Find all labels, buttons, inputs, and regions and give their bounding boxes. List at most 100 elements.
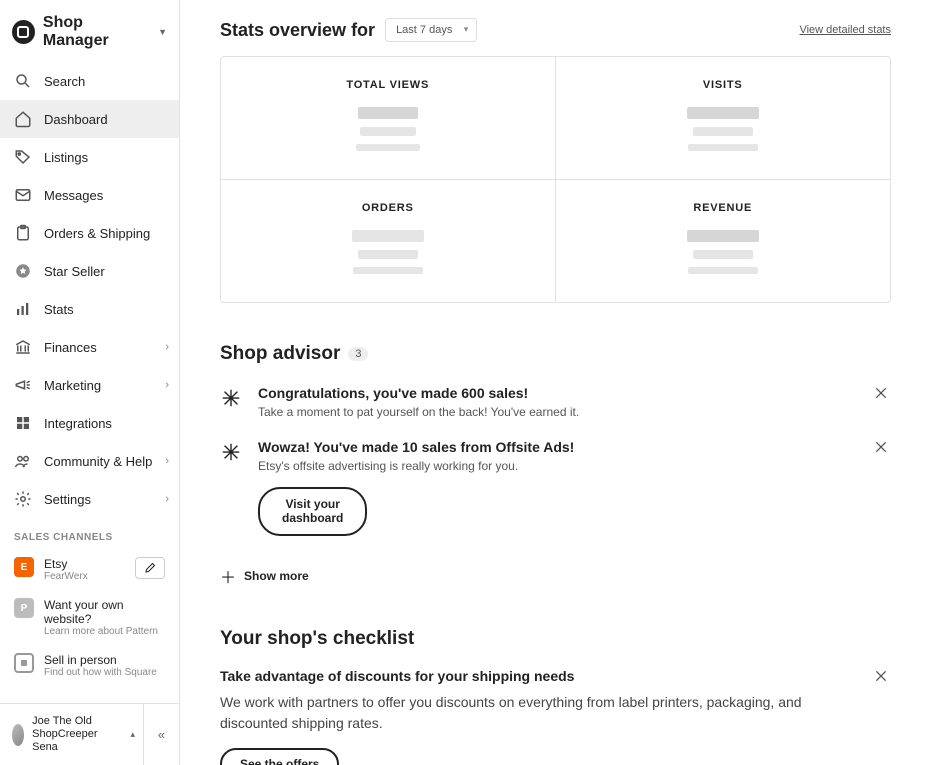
checklist-item: Take advantage of discounts for your shi… xyxy=(220,650,891,765)
close-icon[interactable] xyxy=(873,439,891,457)
plus-icon: ＋ xyxy=(220,564,236,588)
shop-advisor-section: Shop advisor 3 Congratulations, you've m… xyxy=(220,343,891,588)
etsy-badge-icon: E xyxy=(14,557,34,577)
show-more-button[interactable]: ＋ Show more xyxy=(220,564,891,588)
visit-dashboard-button[interactable]: Visit your dashboard xyxy=(258,487,367,536)
sidebar-item-star-seller[interactable]: Star Seller xyxy=(0,252,179,290)
sidebar-item-label: Messages xyxy=(44,188,103,203)
chevron-right-icon: › xyxy=(165,455,169,467)
stat-total-views: TOTAL VIEWS xyxy=(221,57,556,180)
stat-orders: ORDERS xyxy=(221,180,556,302)
channel-title: Want your own website? xyxy=(44,598,165,626)
stats-grid: TOTAL VIEWS VISITS ORDERS REVENUE xyxy=(220,56,891,303)
sidebar-item-marketing[interactable]: Marketing › xyxy=(0,366,179,404)
grid-icon xyxy=(14,414,32,432)
sidebar-item-finances[interactable]: Finances › xyxy=(0,328,179,366)
chevron-right-icon: › xyxy=(165,379,169,391)
sidebar-item-label: Stats xyxy=(44,302,74,317)
channel-sub: Learn more about Pattern xyxy=(44,626,165,637)
close-icon[interactable] xyxy=(873,385,891,403)
stat-visits: VISITS xyxy=(556,57,891,180)
megaphone-icon xyxy=(14,376,32,394)
chevron-right-icon: › xyxy=(165,493,169,505)
skeleton-loader xyxy=(576,107,871,151)
close-icon[interactable] xyxy=(873,668,891,686)
see-offers-button[interactable]: See the offers xyxy=(220,748,339,765)
shop-advisor-title: Shop advisor xyxy=(220,343,340,365)
sidebar-item-label: Search xyxy=(44,74,85,89)
chevron-up-icon: ▴ xyxy=(130,729,135,740)
show-more-label: Show more xyxy=(244,569,309,583)
advisor-item: Wowza! You've made 10 sales from Offsite… xyxy=(220,419,891,536)
nav: Search Dashboard Listings Messages xyxy=(0,62,179,703)
sidebar-item-community[interactable]: Community & Help › xyxy=(0,442,179,480)
view-detailed-stats-link[interactable]: View detailed stats xyxy=(799,24,891,36)
checklist-item-desc: We work with partners to offer you disco… xyxy=(220,692,840,734)
edit-channel-button[interactable] xyxy=(135,557,165,579)
checklist-section: Your shop's checklist Take advantage of … xyxy=(220,628,891,765)
sidebar-item-label: Listings xyxy=(44,150,88,165)
chevron-down-icon: ▼ xyxy=(158,27,167,37)
checklist-item-title: Take advantage of discounts for your shi… xyxy=(220,668,891,684)
advisor-item-title: Wowza! You've made 10 sales from Offsite… xyxy=(258,439,891,455)
advisor-item-title: Congratulations, you've made 600 sales! xyxy=(258,385,891,401)
skeleton-loader xyxy=(241,230,535,274)
mail-icon xyxy=(14,186,32,204)
stat-revenue: REVENUE xyxy=(556,180,891,302)
sidebar-item-label: Integrations xyxy=(44,416,112,431)
star-icon xyxy=(14,262,32,280)
stat-label: ORDERS xyxy=(241,202,535,214)
stat-label: REVENUE xyxy=(576,202,871,214)
channel-sub: FearWerx xyxy=(44,571,125,582)
bars-icon xyxy=(14,300,32,318)
sidebar-item-orders[interactable]: Orders & Shipping xyxy=(0,214,179,252)
sidebar-item-stats[interactable]: Stats xyxy=(0,290,179,328)
channel-pattern[interactable]: P Want your own website? Learn more abou… xyxy=(0,590,179,645)
sidebar-item-integrations[interactable]: Integrations xyxy=(0,404,179,442)
sidebar-item-messages[interactable]: Messages xyxy=(0,176,179,214)
user-name: Joe The Old ShopCreeper Sena xyxy=(32,715,118,755)
sidebar-item-label: Finances xyxy=(44,340,97,355)
overview-title: Stats overview for xyxy=(220,20,375,41)
gear-icon xyxy=(14,490,32,508)
user-bar: Joe The Old ShopCreeper Sena ▴ « xyxy=(0,703,179,765)
channel-title: Etsy xyxy=(44,557,125,571)
sparkle-icon xyxy=(220,387,242,409)
sparkle-icon xyxy=(220,441,242,463)
sidebar-item-listings[interactable]: Listings xyxy=(0,138,179,176)
sidebar-item-search[interactable]: Search xyxy=(0,62,179,100)
channel-title: Sell in person xyxy=(44,653,165,667)
pattern-badge-icon: P xyxy=(14,598,34,618)
advisor-item-desc: Take a moment to pat yourself on the bac… xyxy=(258,405,891,419)
sidebar-item-dashboard[interactable]: Dashboard xyxy=(0,100,179,138)
sidebar-item-label: Community & Help xyxy=(44,454,152,469)
advisor-count-badge: 3 xyxy=(348,347,368,361)
sidebar-item-label: Dashboard xyxy=(44,112,108,127)
channel-square[interactable]: Sell in person Find out how with Square xyxy=(0,645,179,686)
collapse-sidebar-button[interactable]: « xyxy=(143,704,179,765)
tag-icon xyxy=(14,148,32,166)
sidebar-item-label: Orders & Shipping xyxy=(44,226,150,241)
channel-etsy[interactable]: E Etsy FearWerx xyxy=(0,549,179,590)
skeleton-loader xyxy=(576,230,871,274)
sidebar: Shop Manager ▼ Search Dashboard Listings xyxy=(0,0,180,765)
clipboard-icon xyxy=(14,224,32,242)
checklist-title: Your shop's checklist xyxy=(220,628,891,650)
user-menu[interactable]: Joe The Old ShopCreeper Sena ▴ xyxy=(0,715,143,755)
sidebar-item-label: Star Seller xyxy=(44,264,105,279)
chevron-right-icon: › xyxy=(165,341,169,353)
channel-sub: Find out how with Square xyxy=(44,667,165,678)
brand-logo-icon xyxy=(12,20,35,44)
sidebar-item-label: Settings xyxy=(44,492,91,507)
square-badge-icon xyxy=(14,653,34,673)
search-icon xyxy=(14,72,32,90)
sidebar-item-settings[interactable]: Settings › xyxy=(0,480,179,518)
brand[interactable]: Shop Manager ▼ xyxy=(0,0,179,62)
advisor-item-desc: Etsy's offsite advertising is really wor… xyxy=(258,459,891,473)
brand-title: Shop Manager xyxy=(43,14,148,50)
stat-label: VISITS xyxy=(576,79,871,91)
people-icon xyxy=(14,452,32,470)
skeleton-loader xyxy=(241,107,535,151)
avatar xyxy=(12,724,24,746)
period-select[interactable]: Last 7 days xyxy=(385,18,477,42)
